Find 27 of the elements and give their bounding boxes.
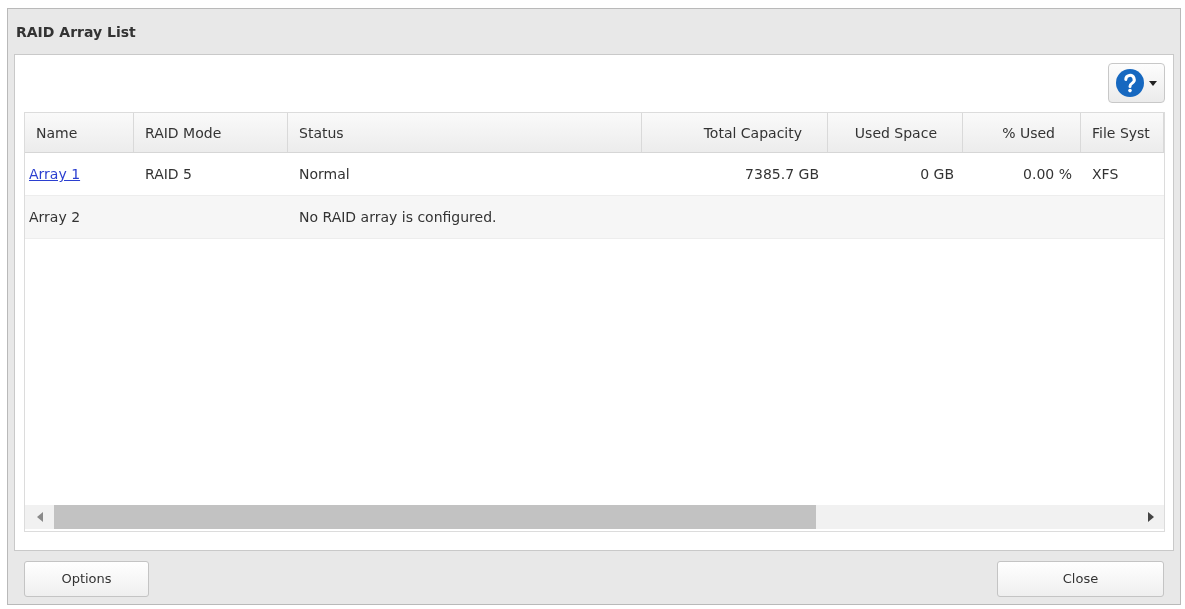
caret-icon xyxy=(1149,80,1157,86)
dialog-title: RAID Array List xyxy=(16,23,136,40)
column-header[interactable]: RAID Mode xyxy=(134,113,288,152)
close-button[interactable]: Close xyxy=(997,560,1164,597)
help-icon xyxy=(1116,69,1144,97)
column-header[interactable]: % Used xyxy=(963,113,1081,152)
table-cell: Normal xyxy=(299,166,350,182)
help-button[interactable] xyxy=(1108,63,1165,103)
horizontal-scrollbar[interactable] xyxy=(25,505,1164,529)
options-button[interactable]: Options xyxy=(24,560,149,597)
right-arrow-icon[interactable] xyxy=(1148,512,1154,522)
table-row[interactable]: Array 2 No RAID array is configured. xyxy=(25,196,1164,239)
column-header[interactable]: Total Capacity xyxy=(642,113,828,152)
table-cell: 0.00 % xyxy=(1023,166,1072,182)
scrollbar-thumb[interactable] xyxy=(54,505,816,529)
column-header[interactable]: Used Space xyxy=(828,113,963,152)
array-link[interactable]: Array 1 xyxy=(29,166,81,182)
column-header[interactable]: Status xyxy=(288,113,642,152)
left-arrow-icon[interactable] xyxy=(36,512,43,522)
column-header[interactable]: Name xyxy=(25,113,134,152)
table-cell: XFS xyxy=(1092,166,1119,182)
table-cell: RAID 5 xyxy=(145,166,192,182)
table-cell: 7385.7 GB xyxy=(745,166,819,182)
table-cell: Array 2 xyxy=(29,209,81,225)
table-cell: 0 GB xyxy=(920,166,954,182)
column-header[interactable]: File Syst xyxy=(1081,113,1164,152)
table-cell: No RAID array is configured. xyxy=(299,209,497,225)
